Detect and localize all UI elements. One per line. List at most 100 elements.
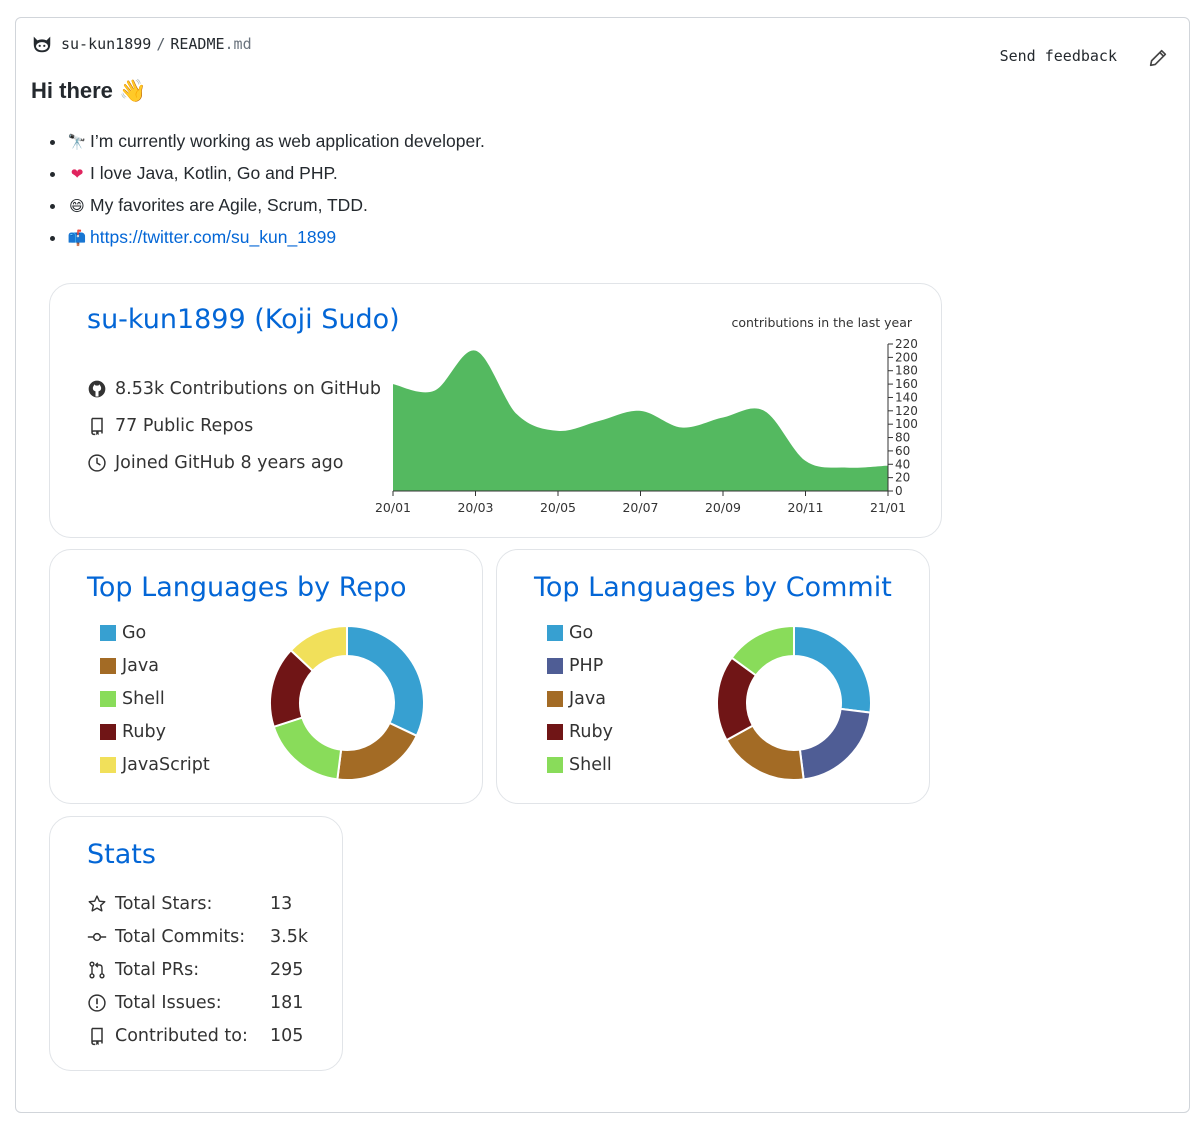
stat-label: Total Issues: <box>115 992 222 1013</box>
legend-label: Java <box>569 688 606 709</box>
stat-value: 295 <box>270 959 304 980</box>
mailbox-icon: 📫 <box>67 229 87 247</box>
y-tick-label: 160 <box>895 377 918 391</box>
file-name: README <box>170 35 225 53</box>
legend-label: Shell <box>122 688 165 709</box>
legend-label: Go <box>122 622 147 643</box>
y-tick-label: 80 <box>895 431 910 445</box>
stat-value: 105 <box>270 1025 304 1046</box>
stat-row-prs: Total PRs: 295 <box>87 953 320 986</box>
list-item: ❤ I love Java, Kotlin, Go and PHP. <box>67 158 485 190</box>
x-tick-label: 20/05 <box>540 500 576 515</box>
contributions-area <box>393 350 888 491</box>
legend-swatch <box>100 690 116 707</box>
languages-repo-donut <box>269 625 425 781</box>
readme-header: su-kun1899 /README.md <box>31 33 252 55</box>
legend-item-php: PHP <box>547 649 613 682</box>
x-tick-label: 20/07 <box>622 500 658 515</box>
legend-swatch <box>100 657 116 674</box>
legend-label: Shell <box>569 754 612 775</box>
legend-swatch <box>100 624 116 641</box>
legend-label: Java <box>122 655 159 676</box>
stat-row-contributed: Contributed to: 105 <box>87 1019 320 1052</box>
star-icon <box>88 894 106 912</box>
legend-item-java: Java <box>547 682 613 715</box>
list-item-text: I love Java, Kotlin, Go and PHP. <box>90 163 338 183</box>
legend-label: Ruby <box>122 721 166 742</box>
stat-value: 181 <box>270 992 304 1013</box>
x-tick-label: 21/01 <box>870 500 906 515</box>
top-languages-commit-title: Top Languages by Commit <box>534 572 892 603</box>
x-tick-label: 20/01 <box>375 500 411 515</box>
legend-item-go: Go <box>100 616 210 649</box>
legend-label: JavaScript <box>122 754 210 775</box>
repos-row: 77 Public Repos <box>87 407 381 444</box>
profile-info: 8.53k Contributions on GitHub 77 Public … <box>87 370 381 481</box>
y-tick-label: 180 <box>895 364 918 378</box>
legend-item-go: Go <box>547 616 613 649</box>
list-item-text: I’m currently working as web application… <box>90 131 485 151</box>
contributions-chart: 20/01 20/03 20/05 20/07 20/09 20/11 21/01 02040… <box>375 337 918 515</box>
joined-text: Joined GitHub 8 years ago <box>115 452 344 473</box>
telescope-icon: 🔭 <box>67 133 87 151</box>
contributions-chart-title: contributions in the last year <box>731 315 912 330</box>
legend-swatch <box>100 756 116 773</box>
legend-item-shell: Shell <box>547 748 613 781</box>
stat-value: 13 <box>270 893 293 914</box>
y-tick-label: 60 <box>895 444 910 458</box>
y-tick-label: 120 <box>895 404 918 418</box>
stat-label: Total PRs: <box>115 959 200 980</box>
legend-item-java: Java <box>100 649 210 682</box>
languages-repo-legend: Go Java Shell Ruby JavaScript <box>100 616 210 781</box>
x-tick-label: 20/11 <box>787 500 823 515</box>
stat-row-issues: Total Issues: 181 <box>87 986 320 1019</box>
heart-icon: ❤ <box>70 165 84 183</box>
legend-swatch <box>547 723 563 740</box>
clock-icon <box>88 453 106 472</box>
x-tick-label: 20/09 <box>705 500 741 515</box>
y-tick-label: 100 <box>895 417 918 431</box>
owner-link[interactable]: su-kun1899 <box>61 35 151 53</box>
legend-swatch <box>547 624 563 641</box>
stat-label: Contributed to: <box>115 1025 248 1046</box>
legend-swatch <box>547 657 563 674</box>
y-tick-label: 40 <box>895 457 910 471</box>
list-item: 🔭I’m currently working as web applicatio… <box>67 126 485 158</box>
twitter-link[interactable]: https://twitter.com/su_kun_1899 <box>90 227 336 247</box>
legend-label: PHP <box>569 655 604 676</box>
legend-item-ruby: Ruby <box>100 715 210 748</box>
donut-slice-shell <box>272 716 343 781</box>
intro-list: 🔭I’m currently working as web applicatio… <box>47 126 485 254</box>
joined-row: Joined GitHub 8 years ago <box>87 444 381 481</box>
readme-path: su-kun1899 /README.md <box>61 35 252 53</box>
pencil-icon[interactable] <box>1147 47 1169 69</box>
donut-slice-go <box>793 625 872 714</box>
legend-swatch <box>100 723 116 740</box>
profile-title[interactable]: su-kun1899 (Koji Sudo) <box>87 304 400 335</box>
stat-row-commits: Total Commits: 3.5k <box>87 920 320 953</box>
donut-slice-java <box>336 721 419 781</box>
y-tick-label: 220 <box>895 337 918 351</box>
stats-title: Stats <box>87 839 156 870</box>
stats-card: Stats Total Stars: 13 Total Commits: 3.5… <box>49 816 343 1071</box>
donut-slice-php <box>798 707 872 781</box>
stat-value: 3.5k <box>270 926 308 947</box>
contributions-text: 8.53k Contributions on GitHub <box>115 378 382 399</box>
octocat-icon <box>33 36 51 53</box>
donut-slice-go <box>346 625 425 738</box>
list-item-text: My favorites are Agile, Scrum, TDD. <box>90 195 368 215</box>
y-tick-label: 0 <box>895 484 903 498</box>
greeting-heading: Hi there 👋 <box>31 78 147 103</box>
profile-card[interactable]: su-kun1899 (Koji Sudo) 8.53k Contributio… <box>49 283 942 538</box>
pull-request-icon <box>89 961 105 978</box>
github-icon <box>88 380 106 397</box>
contributions-row: 8.53k Contributions on GitHub <box>87 370 381 407</box>
legend-item-shell: Shell <box>100 682 210 715</box>
send-feedback-button[interactable]: Send feedback <box>1000 47 1117 65</box>
languages-commit-legend: Go PHP Java Ruby Shell <box>547 616 613 781</box>
list-item: 📫https://twitter.com/su_kun_1899 <box>67 222 485 254</box>
stat-label: Total Stars: <box>115 893 213 914</box>
languages-commit-donut <box>716 625 872 781</box>
file-extension: .md <box>224 35 252 53</box>
top-languages-commit-card: Top Languages by Commit Go PHP Java Ruby She… <box>496 549 930 804</box>
